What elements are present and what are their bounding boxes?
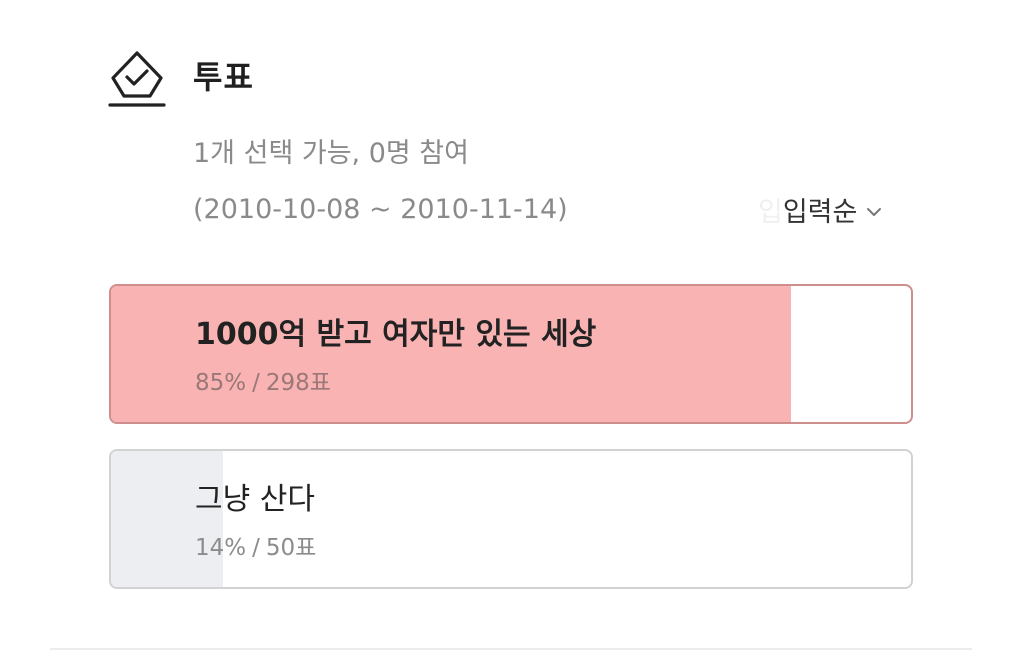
- sort-ghost-text: 입: [758, 196, 783, 228]
- ballot-check-icon: [108, 51, 166, 107]
- vote-title: 투표: [193, 58, 254, 96]
- vote-option-percent: 14%: [195, 535, 247, 561]
- vote-option-label: 1000억 받고 여자만 있는 세상: [195, 317, 597, 352]
- sort-dropdown[interactable]: 입 입력순: [758, 189, 883, 229]
- vote-option-separator: /: [252, 370, 260, 396]
- vote-option-count: 50표: [265, 535, 317, 561]
- vote-participation-info: 1개 선택 가능, 0명 참여: [193, 138, 469, 169]
- chevron-down-icon: [867, 208, 882, 216]
- vote-option-percent: 85%: [195, 370, 247, 396]
- vote-option-result: 14%/50표: [195, 533, 316, 563]
- vote-option-separator: /: [252, 535, 260, 561]
- vote-option-text: 그냥 산다 14%/50표: [195, 479, 316, 563]
- vote-option-count: 298표: [265, 370, 331, 396]
- vote-period: (2010-10-08 ~ 2010-11-14): [193, 194, 568, 225]
- vote-section: 투표 1개 선택 가능, 0명 참여 (2010-10-08 ~ 2010-11…: [0, 0, 1024, 667]
- vote-option-text: 1000억 받고 여자만 있는 세상 85%/298표: [195, 314, 596, 398]
- sort-dropdown-label: 입력순: [782, 196, 858, 228]
- vote-option-1[interactable]: 1000억 받고 여자만 있는 세상 85%/298표: [109, 284, 913, 424]
- vote-option-2[interactable]: 그냥 산다 14%/50표: [109, 449, 913, 589]
- vote-option-label: 그냥 산다: [195, 482, 315, 517]
- section-divider: [50, 648, 972, 650]
- vote-option-result: 85%/298표: [195, 368, 596, 398]
